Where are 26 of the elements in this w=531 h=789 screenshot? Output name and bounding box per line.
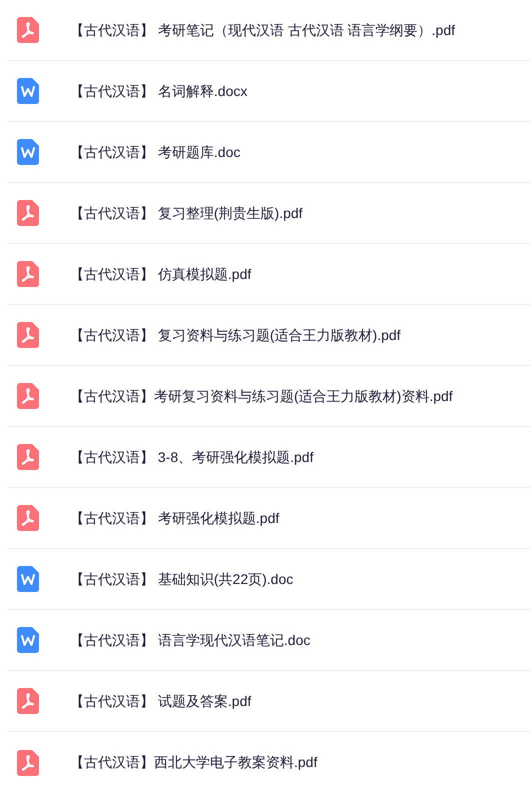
word-file-icon [17,139,39,165]
file-name[interactable]: 【古代汉语】 考研题库.doc [70,142,240,162]
pdf-file-icon [17,505,39,531]
word-file-icon [17,566,39,592]
pdf-file-icon [17,322,39,348]
file-name[interactable]: 【古代汉语】 复习资料与练习题(适合王力版教材).pdf [70,324,401,346]
pdf-file-icon [17,261,39,287]
pdf-file-icon [17,444,39,470]
file-name[interactable]: 【古代汉语】 复习整理(荆贵生版).pdf [70,202,303,224]
file-name[interactable]: 【古代汉语】 考研强化模拟题.pdf [70,508,280,528]
file-name[interactable]: 【古代汉语】西北大学电子教案资料.pdf [70,752,318,773]
file-name[interactable]: 【古代汉语】 仿真模拟题.pdf [70,264,252,284]
file-name[interactable]: 【古代汉语】 试题及答案.pdf [70,690,252,712]
file-name[interactable]: 【古代汉语】 基础知识(共22页).doc [70,568,294,590]
word-file-icon [17,78,39,104]
pdf-file-icon [17,17,39,43]
file-name[interactable]: 【古代汉语】 3-8、考研强化模拟题.pdf [70,446,314,468]
pdf-file-icon [17,688,39,714]
file-name[interactable]: 【古代汉语】 名词解释.docx [70,80,248,102]
word-file-icon [17,627,39,653]
file-name[interactable]: 【古代汉语】考研复习资料与练习题(适合王力版教材)资料.pdf [70,386,453,406]
pdf-file-icon [17,200,39,226]
pdf-file-icon [17,383,39,409]
pdf-file-icon [17,750,39,776]
file-name[interactable]: 【古代汉语】 语言学现代汉语笔记.doc [70,630,310,650]
file-name[interactable]: 【古代汉语】 考研笔记（现代汉语 古代汉语 语言学纲要）.pdf [70,20,456,40]
